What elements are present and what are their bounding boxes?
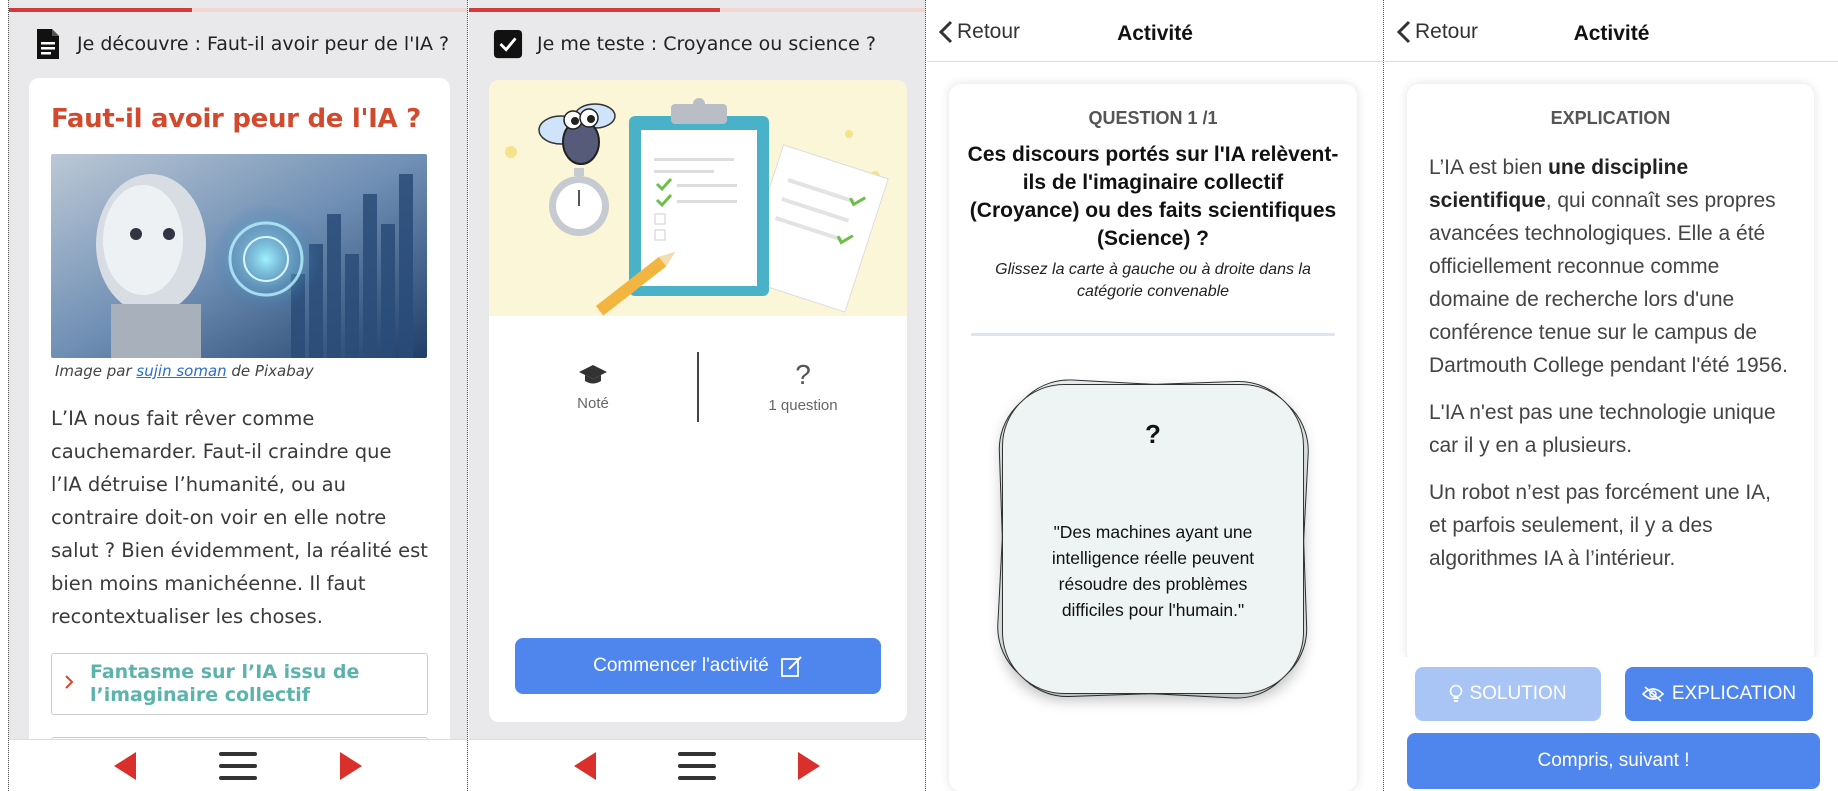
next-question-label: Compris, suivant ! [1537,750,1690,771]
question-hint: Glissez la carte à gauche ou à droite da… [995,261,1311,300]
activity-stats: Noté ? 1 question [489,338,907,436]
graduation-cap-icon [579,364,607,383]
para1-start: L’IA est bien [1429,156,1549,179]
explication-label: EXPLICATION [1671,683,1797,704]
arrow-left-icon [574,751,596,780]
prev-button[interactable] [104,746,146,786]
hamburger-icon [218,751,257,780]
lightbulb-icon [1450,684,1463,702]
question-card: QUESTION 1 /1 Ces discours portés sur l'… [949,84,1357,791]
question-separator [971,333,1335,336]
screen-discover: Je découvre : Faut-il avoir peur de l'IA… [8,0,468,791]
quiz-illustration [489,80,907,316]
caption-prefix: Image par [55,362,137,380]
question-mark-icon: ? [795,358,811,390]
bottom-nav [469,739,925,791]
prev-button[interactable] [564,746,606,786]
header-title: Je découvre : Faut-il avoir peur de l'IA… [77,33,450,55]
article-card: Faut-il avoir peur de l'IA ? Image par s… [29,78,450,777]
card-statement: "Des machines ayant une intelligence rée… [1051,522,1255,620]
explanation-paragraph: Un robot n’est pas forcément une IA, et … [1429,481,1772,570]
caption-suffix: de Pixabay [226,362,314,380]
accordion-label: Fantasme sur l’IA issu de l’imaginaire c… [90,661,360,706]
explication-button[interactable]: EXPLICATION [1625,667,1813,721]
next-button[interactable] [788,746,830,786]
explanation-card: EXPLICATION L’IA est bien une discipline… [1407,84,1814,664]
article-image [51,154,427,358]
action-bar: SOLUTION EXPLICATION Compris, suivant ! [1385,657,1838,791]
document-icon [33,26,63,62]
caption-author-link[interactable]: sujin soman [136,362,226,380]
swipe-card-stack[interactable]: ? "Des machines ayant une intelligence r… [994,376,1312,702]
screen-test-intro: Je me teste : Croyance ou science ? Noté… [469,0,926,791]
nav-bar: Retour Activité [927,0,1383,62]
start-activity-button[interactable]: Commencer l'activité [515,638,881,694]
stat-graded: Noté [489,338,697,436]
screen-header: Je découvre : Faut-il avoir peur de l'IA… [33,24,457,64]
explanation-paragraph: L’IA est bien une discipline scientifiqu… [1429,151,1792,382]
nav-bar: Retour Activité [1385,0,1838,62]
edit-icon [780,656,802,677]
screen-explanation: Retour Activité EXPLICATION L’IA est bie… [1385,0,1838,791]
menu-button[interactable] [676,746,718,786]
accordion-fantasme[interactable]: Fantasme sur l’IA issu de l’imaginaire c… [51,653,428,715]
stat-questions: ? 1 question [699,338,907,436]
arrow-right-icon [339,751,362,780]
para1-end: , qui connaît ses propres avancées techn… [1429,189,1788,377]
nav-title: Activité [1573,22,1650,45]
stat-graded-label: Noté [577,394,609,412]
progress-bar [9,8,193,12]
hamburger-icon [678,751,716,780]
header-title: Je me teste : Croyance ou science ? [537,33,876,55]
card-mark: ? [1145,419,1161,449]
question-number: QUESTION 1 /1 [1088,108,1218,128]
swipe-card[interactable]: ? "Des machines ayant une intelligence r… [1002,384,1304,694]
checkbox-icon [493,26,523,62]
activity-card: Noté ? 1 question Commencer l'activité [489,80,907,722]
arrow-right-icon [798,751,820,780]
next-question-button[interactable]: Compris, suivant ! [1407,733,1820,789]
next-button[interactable] [330,746,372,786]
image-caption: Image par sujin soman de Pixabay [51,362,428,380]
screen-header: Je me teste : Croyance ou science ? [493,24,915,64]
screenshot-collage: Je découvre : Faut-il avoir peur de l'IA… [0,0,1838,791]
menu-button[interactable] [217,746,259,786]
stat-questions-label: 1 question [768,396,838,414]
arrow-left-icon [114,751,137,780]
chevron-right-icon [64,673,74,696]
explanation-paragraph: L'IA n'est pas une technologie unique ca… [1429,401,1776,457]
explanation-body: L’IA est bien une discipline scientifiqu… [1429,151,1792,575]
nav-title: Activité [1117,22,1193,45]
question-text: Ces discours portés sur l'IA relèvent-il… [967,143,1339,250]
article-body: L’IA nous fait rêver comme cauchemarder.… [51,407,428,628]
progress-bar [469,8,720,12]
article-title: Faut-il avoir peur de l'IA ? [51,104,421,134]
solution-label: SOLUTION [1469,683,1567,704]
solution-button[interactable]: SOLUTION [1415,667,1601,721]
eye-slash-icon [1641,686,1664,702]
explanation-title: EXPLICATION [1550,108,1671,128]
start-activity-label: Commencer l'activité [593,655,769,676]
bottom-nav [9,739,467,791]
screen-question: Retour Activité QUESTION 1 /1 Ces discou… [927,0,1384,791]
